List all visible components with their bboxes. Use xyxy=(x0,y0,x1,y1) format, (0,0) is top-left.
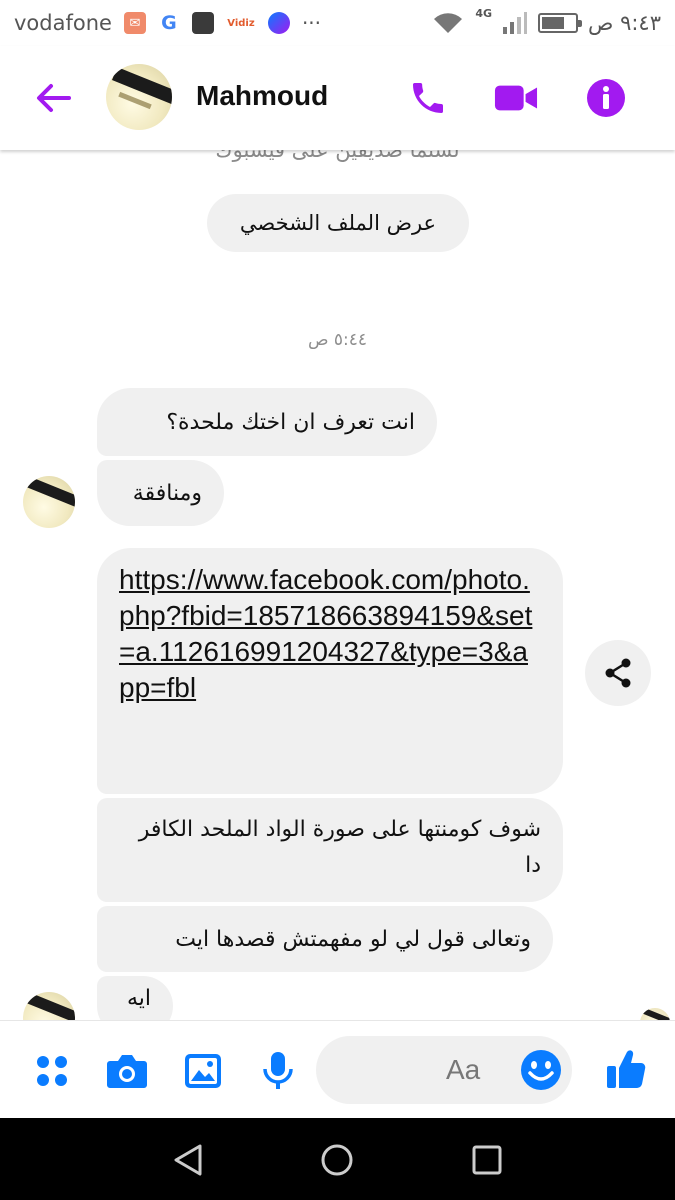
camera-icon xyxy=(107,1055,147,1088)
circle-home-icon xyxy=(321,1144,353,1176)
message-bubble[interactable]: ومنافقة xyxy=(97,460,224,526)
status-left: vodafone ✉ G Vidiz ··· xyxy=(14,11,321,35)
share-icon xyxy=(605,658,631,688)
carrier-name: vodafone xyxy=(14,11,112,35)
view-profile-button[interactable]: عرض الملف الشخصي xyxy=(207,194,469,252)
google-icon: G xyxy=(157,12,180,34)
signal-icon xyxy=(503,12,527,34)
sender-avatar[interactable] xyxy=(23,992,75,1020)
message-bubble[interactable]: انت تعرف ان اختك ملحدة؟ xyxy=(97,388,437,456)
gallery-icon xyxy=(191,12,214,34)
friendship-note: لستما صديقين على فيسبوك xyxy=(215,150,460,162)
message-bubble[interactable]: شوف كومنتها على صورة الواد الملحد الكافر… xyxy=(97,798,563,902)
like-button[interactable] xyxy=(604,1047,648,1091)
phone-icon xyxy=(413,83,443,113)
microphone-icon xyxy=(263,1052,293,1089)
network-type: 4G xyxy=(475,6,492,20)
nav-home-button[interactable] xyxy=(315,1138,359,1182)
sender-avatar[interactable] xyxy=(23,476,75,528)
video-camera-icon xyxy=(494,85,538,111)
contact-avatar[interactable] xyxy=(106,64,172,130)
share-button[interactable] xyxy=(585,640,651,706)
message-timestamp: ٥:٤٤ ص xyxy=(307,330,368,350)
conversation-header: Mahmoud xyxy=(0,46,675,150)
info-icon xyxy=(587,79,625,117)
nav-recents-button[interactable] xyxy=(465,1138,509,1182)
voice-message-button[interactable] xyxy=(256,1049,300,1093)
message-bubble[interactable]: ايه xyxy=(97,976,173,1020)
image-icon xyxy=(185,1054,221,1088)
contact-name[interactable]: Mahmoud xyxy=(196,80,328,112)
mail-app-icon: ✉ xyxy=(123,12,146,34)
messenger-icon xyxy=(267,12,290,34)
video-call-button[interactable] xyxy=(494,76,538,120)
smiley-icon xyxy=(521,1050,561,1090)
voice-call-button[interactable] xyxy=(406,76,450,120)
square-recents-icon xyxy=(472,1145,502,1175)
message-composer xyxy=(0,1020,675,1118)
triangle-back-icon xyxy=(174,1144,202,1176)
gallery-button[interactable] xyxy=(181,1049,225,1093)
conversation-info-button[interactable] xyxy=(584,76,628,120)
status-right: 4G ٩:٤٣ ص xyxy=(431,7,661,35)
battery-icon xyxy=(538,13,582,33)
four-dots-icon xyxy=(37,1056,67,1086)
status-bar: vodafone ✉ G Vidiz ··· 4G ٩:٤٣ ص xyxy=(0,0,675,46)
message-bubble-link[interactable]: https://www.facebook.com/photo.php?fbid=… xyxy=(97,548,563,794)
read-receipt-avatar xyxy=(640,1008,670,1020)
back-arrow-icon xyxy=(37,84,71,112)
wifi-icon xyxy=(434,13,463,33)
vidiz-icon: Vidiz xyxy=(225,12,256,34)
back-button[interactable] xyxy=(30,76,76,120)
battery-fill xyxy=(542,17,565,29)
message-bubble[interactable]: وتعالى قول لي لو مفهمتش قصدها ايت xyxy=(97,906,553,972)
system-navigation-bar xyxy=(0,1118,675,1200)
thumbs-up-icon xyxy=(607,1050,646,1088)
message-list[interactable]: لستما صديقين على فيسبوك عرض الملف الشخصي… xyxy=(0,150,675,1020)
camera-button[interactable] xyxy=(105,1049,149,1093)
more-actions-button[interactable] xyxy=(30,1049,74,1093)
more-notifications-icon: ··· xyxy=(301,11,322,35)
clock: ٩:٤٣ ص xyxy=(588,11,661,35)
nav-back-button[interactable] xyxy=(166,1138,210,1182)
emoji-button[interactable] xyxy=(520,1049,562,1091)
message-link[interactable]: https://www.facebook.com/photo.php?fbid=… xyxy=(119,562,541,706)
